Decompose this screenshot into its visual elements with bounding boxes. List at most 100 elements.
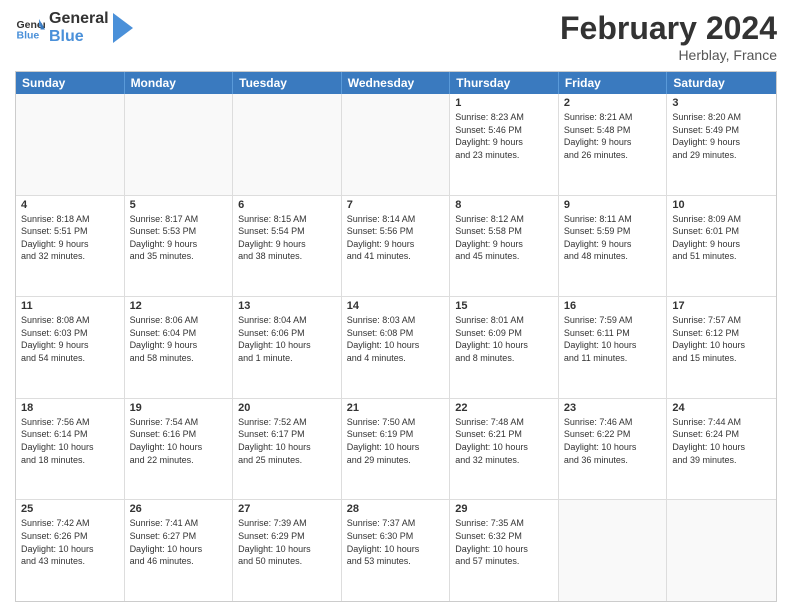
day-number: 9 [564, 199, 662, 211]
logo-triangle-icon [113, 13, 133, 43]
calendar-cell: 21 Sunrise: 7:50 AM Sunset: 6:19 PM Dayli… [342, 399, 451, 500]
cal-header-day: Monday [125, 72, 234, 94]
calendar-cell: 16Sunrise: 7:59 AM Sunset: 6:11 PM Dayli… [559, 297, 668, 398]
calendar-cell: 3 Sunrise: 8:20 AM Sunset: 5:49 PM Daylig… [667, 94, 776, 195]
calendar-cell: 5 Sunrise: 8:17 AM Sunset: 5:53 PM Daylig… [125, 196, 234, 297]
calendar-cell: 9 Sunrise: 8:11 AM Sunset: 5:59 PM Daylig… [559, 196, 668, 297]
day-info: Sunrise: 8:06 AM Sunset: 6:04 PM Dayligh… [130, 314, 228, 364]
calendar-cell: 4 Sunrise: 8:18 AM Sunset: 5:51 PM Daylig… [16, 196, 125, 297]
day-info: Sunrise: 7:39 AM Sunset: 6:29 PM Dayligh… [238, 517, 336, 567]
calendar-cell: 26 Sunrise: 7:41 AM Sunset: 6:27 PM Dayli… [125, 500, 234, 601]
calendar-row: 4 Sunrise: 8:18 AM Sunset: 5:51 PM Daylig… [16, 195, 776, 297]
day-number: 10 [672, 199, 771, 211]
day-info: Sunrise: 8:15 AM Sunset: 5:54 PM Dayligh… [238, 213, 336, 263]
day-number: 12 [130, 300, 228, 312]
title-block: February 2024 Herblay, France [560, 10, 777, 63]
day-number: 20 [238, 402, 336, 414]
day-info: Sunrise: 7:50 AM Sunset: 6:19 PM Dayligh… [347, 416, 445, 466]
calendar-cell: 20 Sunrise: 7:52 AM Sunset: 6:17 PM Dayli… [233, 399, 342, 500]
calendar-row: 18Sunrise: 7:56 AM Sunset: 6:14 PM Dayli… [16, 398, 776, 500]
day-number: 26 [130, 503, 228, 515]
day-number: 3 [672, 97, 771, 109]
day-number: 22 [455, 402, 553, 414]
day-info: Sunrise: 7:48 AM Sunset: 6:21 PM Dayligh… [455, 416, 553, 466]
day-info: Sunrise: 8:04 AM Sunset: 6:06 PM Dayligh… [238, 314, 336, 364]
logo-icon: General Blue [15, 13, 45, 43]
day-number: 11 [21, 300, 119, 312]
calendar-cell: 14Sunrise: 8:03 AM Sunset: 6:08 PM Dayli… [342, 297, 451, 398]
calendar-row: 11 Sunrise: 8:08 AM Sunset: 6:03 PM Dayli… [16, 296, 776, 398]
day-info: Sunrise: 8:20 AM Sunset: 5:49 PM Dayligh… [672, 111, 771, 161]
calendar-cell: 15Sunrise: 8:01 AM Sunset: 6:09 PM Dayli… [450, 297, 559, 398]
calendar-cell [667, 500, 776, 601]
calendar-row: 25Sunrise: 7:42 AM Sunset: 6:26 PM Dayli… [16, 499, 776, 601]
calendar-row: 1 Sunrise: 8:23 AM Sunset: 5:46 PM Daylig… [16, 94, 776, 195]
day-info: Sunrise: 8:18 AM Sunset: 5:51 PM Dayligh… [21, 213, 119, 263]
calendar-cell: 8 Sunrise: 8:12 AM Sunset: 5:58 PM Daylig… [450, 196, 559, 297]
calendar-cell [233, 94, 342, 195]
logo-general-text: General [49, 10, 109, 28]
day-number: 19 [130, 402, 228, 414]
day-info: Sunrise: 7:54 AM Sunset: 6:16 PM Dayligh… [130, 416, 228, 466]
header: General Blue General Blue February 2024 … [15, 10, 777, 63]
day-number: 16 [564, 300, 662, 312]
calendar-cell: 19 Sunrise: 7:54 AM Sunset: 6:16 PM Dayli… [125, 399, 234, 500]
calendar-cell: 29Sunrise: 7:35 AM Sunset: 6:32 PM Dayli… [450, 500, 559, 601]
cal-header-day: Tuesday [233, 72, 342, 94]
calendar-cell: 18Sunrise: 7:56 AM Sunset: 6:14 PM Dayli… [16, 399, 125, 500]
calendar-cell: 22 Sunrise: 7:48 AM Sunset: 6:21 PM Dayli… [450, 399, 559, 500]
day-info: Sunrise: 8:08 AM Sunset: 6:03 PM Dayligh… [21, 314, 119, 364]
calendar-header: SundayMondayTuesdayWednesdayThursdayFrid… [16, 72, 776, 94]
day-info: Sunrise: 8:09 AM Sunset: 6:01 PM Dayligh… [672, 213, 771, 263]
day-info: Sunrise: 8:23 AM Sunset: 5:46 PM Dayligh… [455, 111, 553, 161]
day-number: 2 [564, 97, 662, 109]
main-title: February 2024 [560, 10, 777, 47]
calendar-body: 1 Sunrise: 8:23 AM Sunset: 5:46 PM Daylig… [16, 94, 776, 601]
calendar-cell: 7Sunrise: 8:14 AM Sunset: 5:56 PM Daylig… [342, 196, 451, 297]
calendar-cell: 1 Sunrise: 8:23 AM Sunset: 5:46 PM Daylig… [450, 94, 559, 195]
day-info: Sunrise: 7:46 AM Sunset: 6:22 PM Dayligh… [564, 416, 662, 466]
day-number: 27 [238, 503, 336, 515]
calendar-cell: 28 Sunrise: 7:37 AM Sunset: 6:30 PM Dayli… [342, 500, 451, 601]
day-info: Sunrise: 8:01 AM Sunset: 6:09 PM Dayligh… [455, 314, 553, 364]
day-number: 21 [347, 402, 445, 414]
day-info: Sunrise: 8:11 AM Sunset: 5:59 PM Dayligh… [564, 213, 662, 263]
calendar-cell: 25Sunrise: 7:42 AM Sunset: 6:26 PM Dayli… [16, 500, 125, 601]
cal-header-day: Sunday [16, 72, 125, 94]
calendar-cell [342, 94, 451, 195]
calendar-cell: 23 Sunrise: 7:46 AM Sunset: 6:22 PM Dayli… [559, 399, 668, 500]
day-info: Sunrise: 7:37 AM Sunset: 6:30 PM Dayligh… [347, 517, 445, 567]
day-info: Sunrise: 8:12 AM Sunset: 5:58 PM Dayligh… [455, 213, 553, 263]
day-info: Sunrise: 8:17 AM Sunset: 5:53 PM Dayligh… [130, 213, 228, 263]
day-number: 13 [238, 300, 336, 312]
cal-header-day: Thursday [450, 72, 559, 94]
page: General Blue General Blue February 2024 … [0, 0, 792, 612]
cal-header-day: Wednesday [342, 72, 451, 94]
calendar-cell: 6Sunrise: 8:15 AM Sunset: 5:54 PM Daylig… [233, 196, 342, 297]
day-number: 28 [347, 503, 445, 515]
calendar-cell: 10 Sunrise: 8:09 AM Sunset: 6:01 PM Dayli… [667, 196, 776, 297]
calendar-cell: 13 Sunrise: 8:04 AM Sunset: 6:06 PM Dayli… [233, 297, 342, 398]
calendar-cell: 2Sunrise: 8:21 AM Sunset: 5:48 PM Daylig… [559, 94, 668, 195]
day-info: Sunrise: 7:41 AM Sunset: 6:27 PM Dayligh… [130, 517, 228, 567]
logo: General Blue General Blue [15, 10, 133, 45]
logo-blue-text: Blue [49, 28, 109, 46]
day-number: 8 [455, 199, 553, 211]
day-number: 1 [455, 97, 553, 109]
calendar-cell: 12 Sunrise: 8:06 AM Sunset: 6:04 PM Dayli… [125, 297, 234, 398]
day-info: Sunrise: 7:52 AM Sunset: 6:17 PM Dayligh… [238, 416, 336, 466]
day-info: Sunrise: 7:57 AM Sunset: 6:12 PM Dayligh… [672, 314, 771, 364]
calendar-cell [559, 500, 668, 601]
cal-header-day: Saturday [667, 72, 776, 94]
day-number: 18 [21, 402, 119, 414]
day-number: 5 [130, 199, 228, 211]
day-number: 14 [347, 300, 445, 312]
day-info: Sunrise: 7:44 AM Sunset: 6:24 PM Dayligh… [672, 416, 771, 466]
day-number: 24 [672, 402, 771, 414]
svg-text:Blue: Blue [17, 29, 40, 41]
day-number: 7 [347, 199, 445, 211]
day-number: 4 [21, 199, 119, 211]
calendar-cell [16, 94, 125, 195]
day-number: 23 [564, 402, 662, 414]
cal-header-day: Friday [559, 72, 668, 94]
